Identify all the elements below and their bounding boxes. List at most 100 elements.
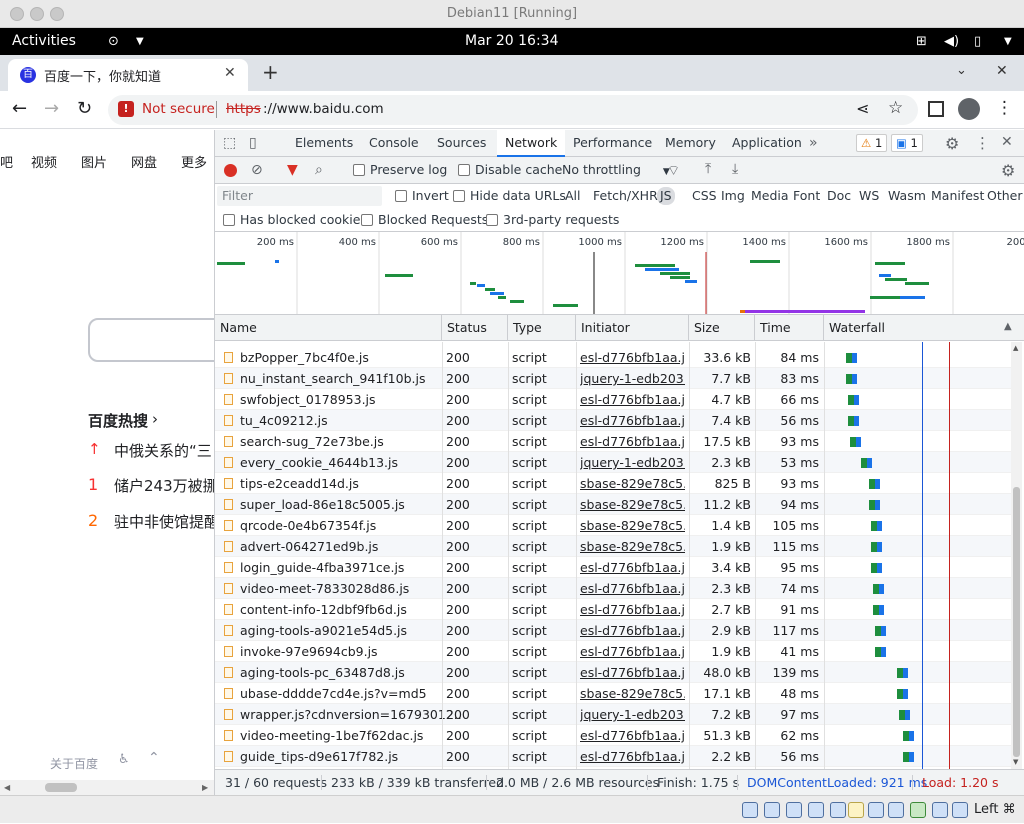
table-row[interactable]: advert-064271ed9b.js 200 script sbase-829e7… <box>215 536 1015 557</box>
nav-link[interactable]: 视频 <box>31 152 57 171</box>
settings-gear-icon[interactable]: ⚙ <box>945 134 959 153</box>
request-initiator[interactable]: esl-d776bfb1aa.j... <box>580 578 685 599</box>
table-row[interactable]: nu_instant_search_941f10b.js 200 script jqu… <box>215 368 1015 389</box>
warnings-badge[interactable]: ⚠ 1 <box>856 134 888 152</box>
tab-performance[interactable]: Performance <box>573 130 652 157</box>
scroll-down-icon[interactable]: ▼ <box>1013 758 1018 766</box>
tab-console[interactable]: Console <box>369 130 419 157</box>
side-panel-icon[interactable] <box>928 101 944 117</box>
table-row[interactable]: bzPopper_7bc4f0e.js 200 script esl-d776bfb1… <box>215 347 1015 368</box>
request-initiator[interactable]: esl-d776bfb1aa.j... <box>580 431 685 452</box>
clear-icon[interactable]: ⊘ <box>251 162 263 178</box>
type-filter-manifest[interactable]: Manifest <box>931 187 984 205</box>
system-menu-chevron-icon[interactable]: ▼ <box>1004 28 1012 55</box>
tab-memory[interactable]: Memory <box>665 130 716 157</box>
export-har-icon[interactable]: ⤓ <box>732 161 738 177</box>
checkbox-box[interactable] <box>223 214 235 226</box>
request-initiator[interactable]: jquery-1-edb203... <box>580 368 685 389</box>
volume-icon[interactable]: ◀) <box>944 28 959 55</box>
request-initiator[interactable]: sbase-829e78c5... <box>580 473 685 494</box>
tab-close-icon[interactable]: ✕ <box>224 65 236 81</box>
col-status[interactable]: Status <box>442 315 508 341</box>
cpu-icon[interactable] <box>910 802 926 818</box>
tab-application[interactable]: Application <box>732 130 802 157</box>
request-initiator[interactable]: sbase-829e78c5... <box>580 536 685 557</box>
request-initiator[interactable]: jquery-1-edb203... <box>580 704 685 725</box>
request-initiator[interactable]: esl-d776bfb1aa.j... <box>580 725 685 746</box>
table-row[interactable]: invoke-97e9694cb9.js 200 script esl-d776bfb… <box>215 641 1015 662</box>
type-filter-img[interactable]: Img <box>721 187 745 205</box>
hdd-icon[interactable] <box>742 802 758 818</box>
app-indicator-icon[interactable]: ⊙ <box>108 28 119 55</box>
checkbox-box[interactable] <box>486 214 498 226</box>
request-initiator[interactable]: esl-d776bfb1aa.j... <box>580 662 685 683</box>
browser-tab[interactable]: 百 百度一下，你就知道 ✕ <box>8 59 248 91</box>
filter-input[interactable]: Filter <box>217 186 382 206</box>
col-name[interactable]: Name <box>215 315 442 341</box>
checkbox-box[interactable] <box>395 190 407 202</box>
window-close-icon[interactable]: ✕ <box>996 63 1008 79</box>
scroll-right-icon[interactable]: ▶ <box>202 783 208 792</box>
profile-avatar-icon[interactable] <box>958 98 980 120</box>
request-initiator[interactable]: sbase-829e78c5... <box>580 683 685 704</box>
request-initiator[interactable]: esl-d776bfb1aa.j... <box>580 410 685 431</box>
network-overview-timeline[interactable]: 200 ms 400 ms 600 ms 800 ms 1000 ms 1200 ms 14… <box>215 232 1024 314</box>
type-filter-fetchxhr[interactable]: Fetch/XHR <box>593 187 658 205</box>
hot-search-title[interactable]: 百度热搜 <box>88 410 148 431</box>
table-row[interactable]: super_load-86e18c5005.js 200 script sbase-8… <box>215 494 1015 515</box>
tab-elements[interactable]: Elements <box>295 130 353 157</box>
forward-arrow-icon[interactable]: → <box>44 98 59 119</box>
table-row[interactable]: tips-e2ceadd14d.js 200 script sbase-829e78c… <box>215 473 1015 494</box>
throttling-select[interactable]: No throttling ▼ <box>562 157 670 185</box>
col-time[interactable]: Time <box>755 315 824 341</box>
table-row[interactable]: wrapper.js?cdnversion=16793012... 200 scri… <box>215 704 1015 725</box>
address-bar[interactable]: ! Not secure https ://www.baidu.com ⋖ ☆ <box>108 95 918 125</box>
bookmark-star-icon[interactable]: ☆ <box>888 98 903 118</box>
filter-icon[interactable]: ▼ <box>287 162 298 178</box>
mouse-integration-icon[interactable] <box>932 802 948 818</box>
accessibility-icon[interactable]: ♿ <box>118 752 130 767</box>
request-initiator[interactable]: sbase-829e78c5... <box>580 494 685 515</box>
recording-icon[interactable] <box>888 802 904 818</box>
share-icon[interactable]: ⋖ <box>856 99 869 118</box>
request-initiator[interactable]: esl-d776bfb1aa.j... <box>580 347 685 368</box>
request-initiator[interactable]: sbase-829e78c5... <box>580 515 685 536</box>
scrollbar-thumb[interactable] <box>1013 487 1020 757</box>
table-row[interactable]: qrcode-0e4b67354f.js 200 script sbase-829e7… <box>215 515 1015 536</box>
preserve-log-checkbox[interactable]: Preserve log <box>353 157 447 183</box>
network-conditions-icon[interactable]: ⌔ <box>667 162 680 180</box>
horizontal-scrollbar[interactable]: ◀ ▶ <box>0 780 214 795</box>
col-size[interactable]: Size <box>689 315 755 341</box>
type-filter-doc[interactable]: Doc <box>827 187 851 205</box>
checkbox-box[interactable] <box>453 190 465 202</box>
keyboard-capture-icon[interactable] <box>952 802 968 818</box>
battery-icon[interactable]: ▯ <box>974 28 981 55</box>
collapse-up-icon[interactable]: ⌃ <box>148 750 160 766</box>
shared-folder-icon[interactable] <box>848 802 864 818</box>
optical-drive-icon[interactable] <box>764 802 780 818</box>
audio-icon[interactable] <box>786 802 802 818</box>
nav-link[interactable]: 图片 <box>81 152 107 171</box>
messages-badge[interactable]: ▣ 1 <box>891 134 923 152</box>
chevron-right-icon[interactable]: › <box>152 410 158 428</box>
third-party-checkbox[interactable]: 3rd-party requests <box>486 208 619 232</box>
col-waterfall[interactable]: Waterfall <box>824 315 1024 341</box>
scroll-up-icon[interactable]: ▲ <box>1013 344 1018 352</box>
more-tabs-icon[interactable]: » <box>809 135 818 151</box>
warning-icon[interactable]: ! <box>118 101 134 117</box>
checkbox-box[interactable] <box>361 214 373 226</box>
table-row[interactable]: aging-tools-a9021e54d5.js 200 script esl-d7… <box>215 620 1015 641</box>
search-icon[interactable]: ⌕ <box>315 162 323 178</box>
table-row[interactable]: search-sug_72e73be.js 200 script esl-d776bf… <box>215 431 1015 452</box>
request-initiator[interactable]: esl-d776bfb1aa.j... <box>580 557 685 578</box>
app-menu-chevron-icon[interactable]: ▼ <box>136 28 144 55</box>
type-filter-media[interactable]: Media <box>751 187 789 205</box>
type-filter-css[interactable]: CSS <box>692 187 717 205</box>
table-row[interactable]: ubase-dddde7cd4e.js?v=md5 200 script sbase-… <box>215 683 1015 704</box>
hide-data-urls-checkbox[interactable]: Hide data URLs <box>453 184 566 208</box>
table-row[interactable]: video-meet-7833028d86.js 200 script esl-d77… <box>215 578 1015 599</box>
type-filter-js[interactable]: JS <box>657 187 675 205</box>
hot-item[interactable]: 驻中非使馆提醒 <box>114 511 214 532</box>
not-secure-label[interactable]: Not secure <box>142 101 215 117</box>
table-row[interactable]: guide_tips-d9e617f782.js 200 script esl-d77… <box>215 746 1015 767</box>
